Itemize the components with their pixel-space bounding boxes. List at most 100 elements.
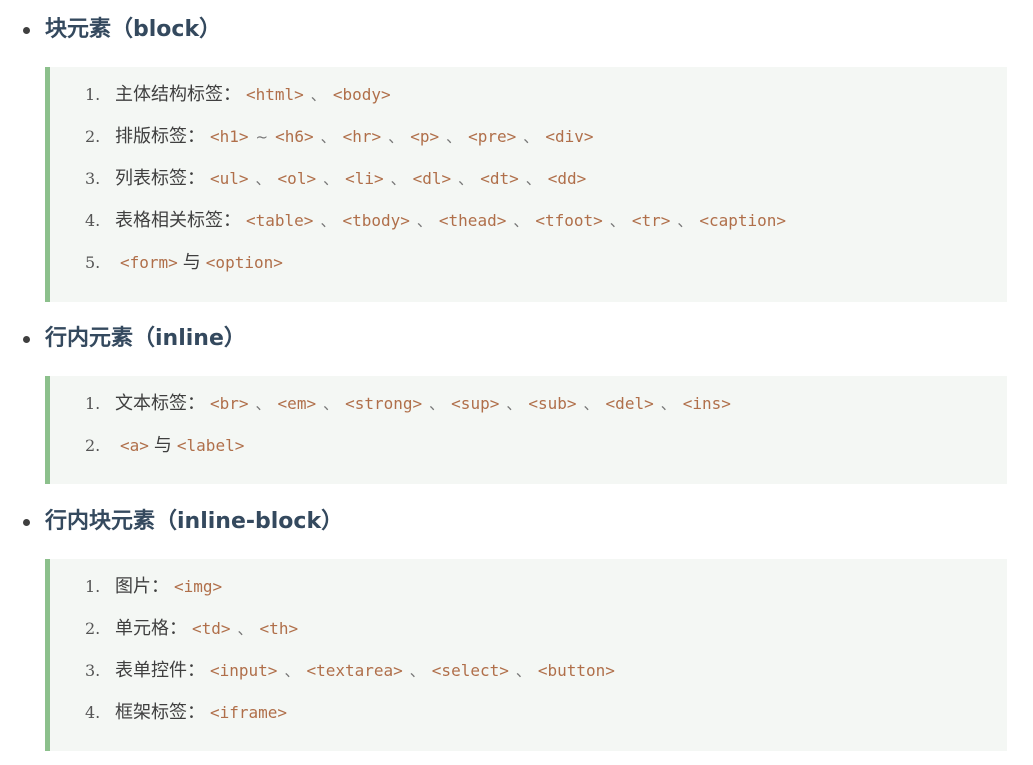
code-tag: <select>: [431, 661, 509, 680]
list-number: 4.: [85, 703, 101, 722]
list-item: 4. 框架标签： <iframe>: [85, 699, 292, 727]
separator: 、: [506, 395, 522, 413]
code-tag: <sub>: [528, 394, 577, 413]
item-label: 框架标签：: [115, 702, 205, 723]
list-item: 2. <a> 与 <label>: [85, 432, 249, 460]
code-tag: <pre>: [468, 127, 517, 146]
item-label: 排版标签：: [115, 126, 205, 147]
item-label: 表单控件：: [115, 660, 205, 681]
separator: 、: [237, 620, 253, 638]
section-title: 行内块元素（inline-block）: [45, 509, 344, 534]
code-tag: <dl>: [412, 169, 452, 188]
separator: 、: [320, 128, 336, 146]
item-label: 列表标签：: [115, 168, 205, 189]
code-tag: <caption>: [699, 211, 787, 230]
code-tag: <tr>: [631, 211, 671, 230]
separator: 、: [583, 395, 599, 413]
code-tag: <thead>: [438, 211, 507, 230]
list-item: 1. 主体结构标签： <html> 、 <body>: [85, 81, 396, 109]
code-tag: <iframe>: [210, 703, 288, 722]
code-tag: <h1>: [210, 127, 249, 146]
list-number: 3.: [85, 169, 101, 188]
conjunction-text: 与: [182, 252, 201, 273]
separator: 、: [513, 212, 529, 230]
separator: 、: [677, 212, 693, 230]
code-tag: <dt>: [480, 169, 519, 188]
list-number: 1.: [85, 577, 101, 596]
separator: 、: [523, 128, 539, 146]
separator: ~: [255, 128, 269, 146]
list-number: 2.: [85, 436, 101, 455]
separator: 、: [255, 170, 271, 188]
separator: 、: [609, 212, 625, 230]
list-item: 1. 图片： <img>: [85, 573, 227, 601]
item-label: 主体结构标签：: [115, 84, 241, 105]
separator: 、: [515, 662, 531, 680]
code-tag: <li>: [345, 169, 384, 188]
code-tag: <textarea>: [306, 661, 403, 680]
code-tag: <br>: [210, 394, 249, 413]
list-number: 4.: [85, 211, 101, 230]
code-tag: <table>: [246, 211, 314, 230]
list-item: 5. <form> 与 <option>: [85, 249, 288, 277]
section-title: 块元素（block）: [45, 17, 222, 42]
list-number: 2.: [85, 127, 101, 146]
document-page: 块元素（block） 1. 主体结构标签： <html> 、 <body> 2. 排版标签：…: [0, 0, 1033, 765]
code-tag: <html>: [246, 85, 304, 104]
code-tag: <p>: [410, 127, 440, 146]
item-label: 单元格：: [115, 618, 187, 639]
list-item: 2. 排版标签： <h1> ~ <h6> 、 <hr> 、 <p> 、 <pre> 、 <div>: [85, 123, 598, 151]
section-heading: 块元素（block）: [0, 14, 1033, 46]
conjunction-text: 与: [153, 435, 172, 456]
separator: 、: [660, 395, 676, 413]
list-number: 3.: [85, 661, 101, 680]
code-tag: <sup>: [451, 394, 500, 413]
bullet-icon: [23, 519, 30, 526]
code-tag: <ul>: [210, 169, 249, 188]
list-item: 3. 列表标签： <ul> 、 <ol> 、 <li> 、 <dl> 、 <dt> 、 <dd>: [85, 165, 591, 193]
code-tag: <a>: [120, 436, 149, 455]
list-number: 1.: [85, 394, 101, 413]
separator: 、: [446, 128, 462, 146]
separator: 、: [323, 395, 339, 413]
separator: 、: [388, 128, 404, 146]
bullet-icon: [23, 336, 30, 343]
section-title: 行内元素（inline）: [45, 326, 246, 351]
code-tag: <td>: [192, 619, 231, 638]
separator: 、: [284, 662, 300, 680]
separator: 、: [409, 662, 425, 680]
code-tag: <hr>: [342, 127, 382, 146]
code-tag: <ol>: [277, 169, 317, 188]
code-tag: <h6>: [275, 127, 314, 146]
separator: 、: [525, 170, 541, 188]
separator: 、: [416, 212, 432, 230]
code-tag: <div>: [545, 127, 594, 146]
separator: 、: [310, 86, 326, 104]
code-tag: <em>: [277, 394, 317, 413]
code-tag: <img>: [174, 577, 223, 596]
code-tag: <dd>: [547, 169, 587, 188]
blockquote: 1. 图片： <img> 2. 单元格： <td> 、 <th> 3. 表单控件： <input> 、…: [45, 559, 1007, 751]
section-inline: 行内元素（inline） 1. 文本标签： <br> 、 <em> 、 <strong> 、 <…: [0, 323, 1033, 484]
code-tag: <body>: [332, 85, 391, 104]
code-tag: <strong>: [345, 394, 423, 413]
code-tag: <form>: [120, 253, 178, 272]
list-item: 3. 表单控件： <input> 、 <textarea> 、 <select> 、 <butt…: [85, 657, 620, 685]
list-number: 2.: [85, 619, 101, 638]
section-heading: 行内块元素（inline-block）: [0, 506, 1033, 538]
separator: 、: [458, 170, 474, 188]
code-tag: <th>: [259, 619, 299, 638]
list-number: 1.: [85, 85, 101, 104]
code-tag: <input>: [210, 661, 278, 680]
bullet-icon: [23, 27, 30, 34]
blockquote: 1. 文本标签： <br> 、 <em> 、 <strong> 、 <sup> 、 <sub> 、 <d…: [45, 376, 1007, 484]
list-number: 5.: [85, 253, 101, 272]
separator: 、: [323, 170, 339, 188]
list-item: 4. 表格相关标签： <table> 、 <tbody> 、 <thead> 、 <tfoot>…: [85, 207, 791, 235]
item-label: 表格相关标签：: [115, 210, 241, 231]
code-tag: <tbody>: [342, 211, 410, 230]
item-label: 图片：: [115, 576, 169, 597]
section-heading: 行内元素（inline）: [0, 323, 1033, 355]
code-tag: <label>: [176, 436, 245, 455]
code-tag: <ins>: [682, 394, 731, 413]
